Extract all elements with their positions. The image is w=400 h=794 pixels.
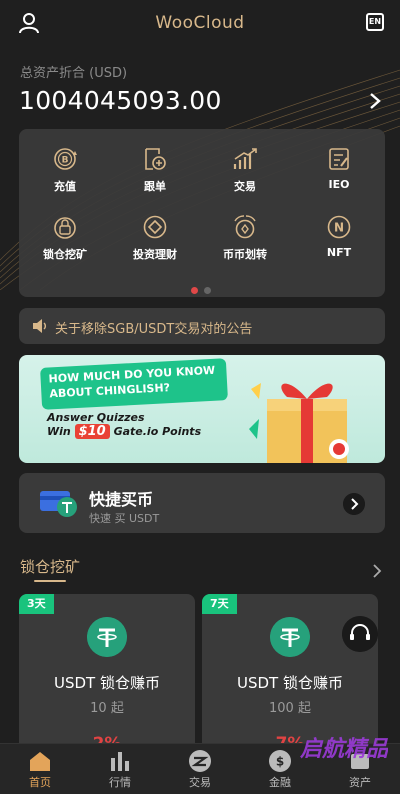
nft-icon: N bbox=[327, 215, 351, 239]
headset-icon[interactable] bbox=[342, 616, 378, 652]
carousel-dot[interactable] bbox=[204, 287, 211, 294]
svg-text:$: $ bbox=[276, 755, 284, 769]
lock-product-name: USDT 锁仓赚币 bbox=[54, 674, 160, 692]
recharge-icon: B bbox=[54, 148, 77, 170]
banner-win-text: Win $10 Gate.io Points bbox=[47, 424, 201, 439]
banner-win-suffix: Gate.io Points bbox=[113, 425, 202, 438]
carousel-dots bbox=[191, 279, 217, 298]
menu-label: 跟单 bbox=[144, 180, 166, 193]
trade-icon bbox=[233, 148, 257, 169]
app-title: WooCloud bbox=[155, 13, 245, 33]
menu-item-transfer[interactable]: 币币划转 bbox=[205, 213, 285, 262]
lock-minimum: 100 起 bbox=[269, 701, 311, 716]
menu-item-invest[interactable]: 投资理财 bbox=[115, 213, 195, 262]
menu-item-ieo[interactable]: IEO bbox=[299, 145, 379, 191]
chevron-right-icon[interactable] bbox=[372, 563, 382, 579]
banner-amount: $10 bbox=[74, 424, 110, 439]
lock-mining-card[interactable]: 3天 USDT 锁仓赚币 10 起 2% bbox=[19, 594, 195, 754]
chevron-right-icon[interactable] bbox=[368, 92, 382, 110]
tab-label: 金融 bbox=[269, 776, 291, 789]
banner-win-prefix: Win bbox=[47, 425, 71, 438]
total-assets-label: 总资产折合 (USD) bbox=[20, 66, 128, 81]
menu-label: IEO bbox=[328, 178, 350, 191]
tab-label: 资产 bbox=[349, 776, 371, 789]
transfer-icon bbox=[234, 215, 256, 239]
svg-text:B: B bbox=[62, 156, 69, 166]
tab-label: 首页 bbox=[29, 776, 51, 789]
speaker-icon bbox=[33, 319, 46, 333]
watermark-logo: 启航精品 bbox=[300, 736, 388, 762]
duration-tag: 3天 bbox=[19, 594, 54, 614]
lock-mining-icon bbox=[54, 217, 76, 239]
promo-banner[interactable]: HOW MUCH DO YOU KNOW ABOUT CHINGLISH? An… bbox=[19, 355, 385, 463]
tab-label: 行情 bbox=[109, 776, 131, 789]
quick-buy-subtitle: 快速 买 USDT bbox=[89, 512, 160, 525]
svg-text:N: N bbox=[334, 221, 344, 235]
language-button[interactable]: EN bbox=[366, 13, 384, 31]
menu-label: 投资理财 bbox=[133, 248, 177, 261]
lock-minimum: 10 起 bbox=[90, 701, 124, 716]
tether-icon bbox=[270, 617, 310, 657]
menu-label: 交易 bbox=[234, 180, 256, 193]
menu-label: 币币划转 bbox=[223, 248, 267, 261]
tab-home[interactable]: 首页 bbox=[0, 744, 80, 794]
announcement-bar[interactable]: 关于移除SGB/USDT交易对的公告 bbox=[19, 308, 385, 344]
section-title-lock-mining: 锁仓挖矿 bbox=[20, 558, 81, 576]
menu-label: NFT bbox=[326, 246, 352, 259]
tab-trade[interactable]: 交易 bbox=[160, 744, 240, 794]
market-icon bbox=[111, 752, 129, 771]
carousel-dot-active[interactable] bbox=[191, 287, 198, 294]
ieo-icon bbox=[329, 148, 349, 170]
quick-menu: B 充值 跟单 交易 IEO 锁仓挖矿 投资理财 币币划转 N NFT bbox=[19, 129, 385, 297]
lock-product-name: USDT 锁仓赚币 bbox=[237, 674, 343, 692]
tether-icon bbox=[87, 617, 127, 657]
tab-label: 交易 bbox=[189, 776, 211, 789]
duration-tag: 7天 bbox=[202, 594, 237, 614]
menu-item-nft[interactable]: N NFT bbox=[299, 213, 379, 259]
menu-item-lock-mining[interactable]: 锁仓挖矿 bbox=[25, 213, 105, 262]
trade-tab-icon bbox=[189, 750, 211, 772]
menu-label: 充值 bbox=[54, 180, 76, 193]
menu-item-trade[interactable]: 交易 bbox=[205, 145, 285, 194]
home-icon bbox=[30, 752, 50, 771]
banner-headline: HOW MUCH DO YOU KNOW ABOUT CHINGLISH? bbox=[40, 358, 228, 410]
invest-icon bbox=[143, 215, 167, 239]
quick-buy-title: 快捷买币 bbox=[89, 490, 154, 509]
gift-box-icon bbox=[249, 383, 349, 463]
top-bar: WooCloud EN bbox=[0, 0, 400, 48]
tab-market[interactable]: 行情 bbox=[80, 744, 160, 794]
svg-text:启航精品: 启航精品 bbox=[300, 736, 388, 762]
quick-buy-card[interactable]: 快捷买币 快速 买 USDT bbox=[19, 473, 385, 533]
chevron-right-icon[interactable] bbox=[343, 493, 365, 515]
copy-trade-icon bbox=[145, 148, 166, 170]
menu-item-copy-trade[interactable]: 跟单 bbox=[115, 145, 195, 194]
menu-item-recharge[interactable]: B 充值 bbox=[25, 145, 105, 194]
finance-icon: $ bbox=[269, 750, 291, 772]
card-tether-icon bbox=[40, 491, 77, 517]
total-assets-value: 1004045093.00 bbox=[19, 86, 222, 115]
announcement-text: 关于移除SGB/USDT交易对的公告 bbox=[55, 322, 253, 337]
menu-label: 锁仓挖矿 bbox=[43, 248, 87, 261]
banner-quiz-text: Answer Quizzes bbox=[47, 411, 145, 424]
section-underline bbox=[34, 580, 66, 582]
